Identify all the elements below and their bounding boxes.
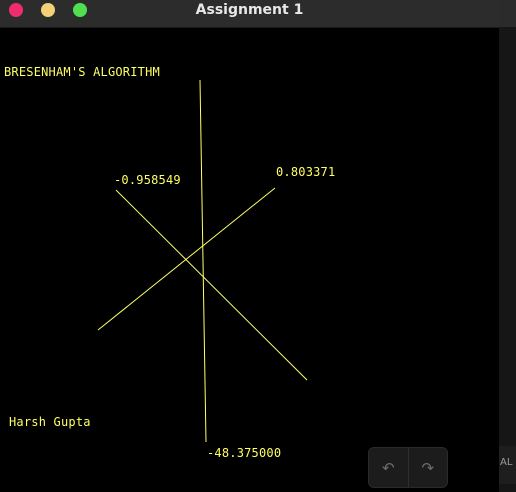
background-titlebar xyxy=(499,0,516,27)
background-window-text: AL xyxy=(500,457,513,468)
line-slope-label-2: 0.803371 xyxy=(276,165,336,179)
app-window: Assignment 1 BRESENHAM'S ALGORITHM -0.95… xyxy=(0,0,499,492)
author-name: Harsh Gupta xyxy=(9,415,91,429)
negative-slope-line xyxy=(115,189,308,381)
undo-arrow-icon[interactable]: ↶ xyxy=(369,448,408,487)
navigation-controls: ↶ ↷ xyxy=(368,447,448,488)
line-slope-label-3: -48.375000 xyxy=(207,446,282,460)
redo-arrow-icon[interactable]: ↷ xyxy=(408,448,447,487)
vertical-line xyxy=(199,79,207,443)
positive-slope-line xyxy=(97,187,276,331)
algorithm-heading: BRESENHAM'S ALGORITHM xyxy=(4,65,160,79)
background-window-edge xyxy=(499,0,516,492)
line-slope-label-1: -0.958549 xyxy=(114,173,181,187)
